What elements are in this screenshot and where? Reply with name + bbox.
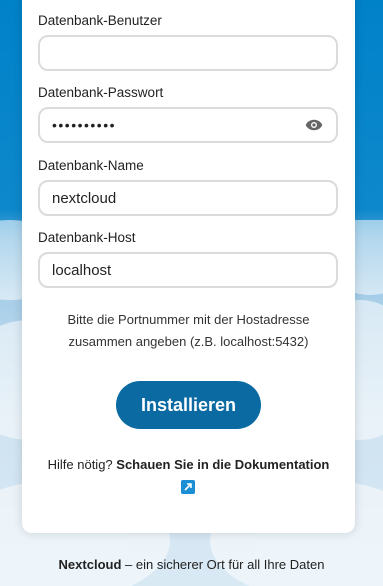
footer: Nextcloud – ein sicherer Ort für all Ihr… <box>0 557 383 572</box>
db-name-field[interactable]: nextcloud <box>38 180 338 216</box>
help-text: Hilfe nötig? Schauen Sie in die Dokument… <box>22 457 355 472</box>
db-password-value: •••••••••• <box>52 117 117 133</box>
setup-card: Datenbank-Benutzer Datenbank-Passwort ••… <box>22 0 355 533</box>
db-password-label: Datenbank-Passwort <box>38 85 164 100</box>
db-host-value: localhost <box>52 261 112 279</box>
port-hint: Bitte die Portnummer mit der Hostadresse… <box>22 309 355 353</box>
eye-icon[interactable] <box>305 118 323 132</box>
db-user-field[interactable] <box>38 35 338 71</box>
port-hint-line1: Bitte die Portnummer mit der Hostadresse <box>67 312 310 327</box>
db-name-value: nextcloud <box>52 189 117 207</box>
footer-brand: Nextcloud <box>58 557 122 572</box>
db-host-label: Datenbank-Host <box>38 230 136 245</box>
db-name-label: Datenbank-Name <box>38 158 144 173</box>
db-host-field[interactable]: localhost <box>38 252 338 288</box>
port-hint-line2: zusammen angeben (z.B. localhost:5432) <box>68 334 309 349</box>
install-button[interactable]: Installieren <box>116 381 261 429</box>
footer-tagline: – ein sicherer Ort für all Ihre Daten <box>125 557 325 572</box>
documentation-link[interactable]: Schauen Sie in die Dokumentation <box>116 457 329 472</box>
db-password-field[interactable]: •••••••••• <box>38 107 338 143</box>
db-user-label: Datenbank-Benutzer <box>38 13 162 28</box>
help-prefix: Hilfe nötig? <box>47 457 113 472</box>
external-link-icon[interactable] <box>181 480 195 494</box>
